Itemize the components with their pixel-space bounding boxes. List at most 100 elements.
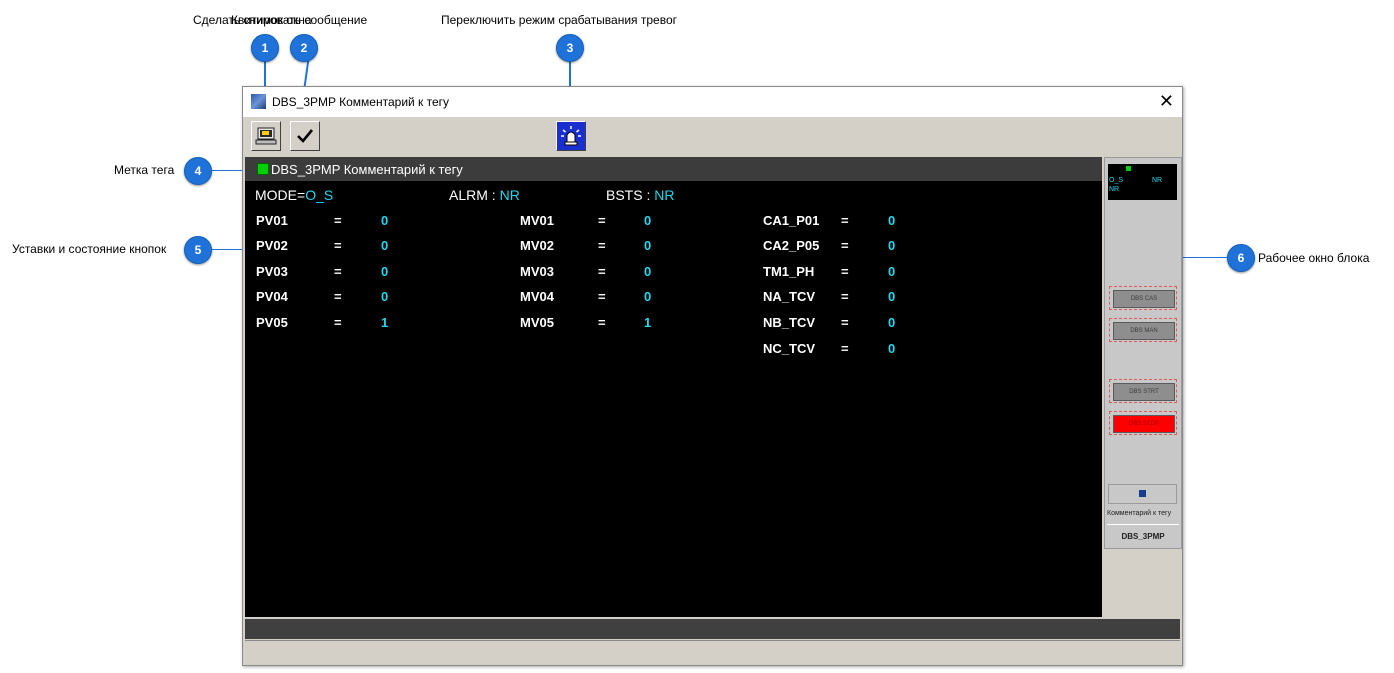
- param-name: PV02: [256, 238, 288, 253]
- title-bar: DBS_3PMP Комментарий к тегу ✕: [243, 87, 1182, 117]
- callout-badge-4: 4: [184, 157, 212, 185]
- faceplate-alrm: NR: [1152, 177, 1163, 184]
- param-name: PV05: [256, 315, 288, 330]
- mode-status: MODE=O_S: [255, 187, 333, 203]
- param-name: PV01: [256, 213, 288, 228]
- param-name: MV04: [520, 289, 554, 304]
- tag-label-bar: DBS_3PMP Комментарий к тегу: [245, 157, 1102, 181]
- param-name: MV02: [520, 238, 554, 253]
- param-name: PV03: [256, 264, 288, 279]
- mode-label: MODE=: [255, 187, 306, 203]
- alarm-mode-toggle-button[interactable]: [556, 121, 586, 151]
- faceplate-selector[interactable]: [1108, 484, 1177, 504]
- start-button-frame: DBS STRT: [1109, 379, 1177, 403]
- param-value: 1: [381, 315, 389, 330]
- faceplate-tag: DBS_3PMP: [1121, 532, 1165, 541]
- param-name: MV03: [520, 264, 554, 279]
- toolbar: [243, 117, 1182, 155]
- param-name: NA_TCV: [763, 289, 816, 304]
- callout-label-3: Переключить режим срабатывания тревог: [441, 13, 678, 27]
- cas-button-frame: DBS CAS: [1109, 286, 1177, 310]
- close-icon[interactable]: ✕: [1159, 91, 1174, 111]
- param-equals: =: [841, 213, 849, 228]
- param-equals: =: [598, 289, 606, 304]
- faceplate-comment: Комментарий к тегу: [1107, 510, 1172, 517]
- param-value: 0: [644, 264, 652, 279]
- app-icon: [251, 94, 266, 109]
- param-value: 0: [888, 264, 896, 279]
- checkmark-icon: [297, 129, 314, 143]
- callout-label-4: Метка тега: [114, 163, 175, 177]
- param-equals: =: [598, 238, 606, 253]
- param-equals: =: [841, 289, 849, 304]
- window-title: DBS_3PMP Комментарий к тегу: [272, 95, 450, 109]
- param-value: 0: [888, 341, 896, 356]
- block-faceplate: O_S NR NR DBS CAS DBS MAN DBS STRT DBS S…: [1104, 157, 1182, 549]
- param-equals: =: [841, 264, 849, 279]
- tag-comment-window: DBS_3PMP Комментарий к тегу ✕ DBS_3PMP К…: [242, 86, 1183, 666]
- param-value: 0: [888, 289, 896, 304]
- param-value: 0: [644, 238, 652, 253]
- faceplate-status-box: O_S NR NR: [1108, 164, 1177, 200]
- window-snapshot-icon: [255, 127, 277, 145]
- param-name: PV04: [256, 289, 288, 304]
- callout-badge-3: 3: [556, 34, 584, 62]
- param-equals: =: [334, 315, 342, 330]
- start-button[interactable]: DBS STRT: [1113, 383, 1175, 401]
- callout-badge-5: 5: [184, 236, 212, 264]
- callout-label-2: Квитировать сообщение: [231, 13, 368, 27]
- cas-button[interactable]: DBS CAS: [1113, 290, 1175, 308]
- callout-line-6: [1177, 257, 1227, 258]
- param-name: NB_TCV: [763, 315, 816, 330]
- bsts-label: BSTS :: [606, 187, 651, 203]
- param-value: 0: [888, 213, 896, 228]
- bsts-value: NR: [654, 187, 675, 203]
- param-name: CA2_P05: [763, 238, 820, 253]
- callout-badge-6: 6: [1227, 244, 1255, 272]
- param-value: 0: [644, 289, 652, 304]
- callout-badge-1: 1: [251, 34, 279, 62]
- alarm-status: ALRM : NR: [449, 187, 520, 203]
- faceplate-mode: O_S: [1109, 177, 1124, 184]
- man-button[interactable]: DBS MAN: [1113, 322, 1175, 340]
- param-value: 0: [381, 238, 389, 253]
- param-value: 0: [888, 315, 896, 330]
- setpoints-panel: DBS_3PMP Комментарий к тегу MODE=O_S ALR…: [245, 157, 1102, 617]
- stop-button[interactable]: DBS STOP: [1113, 415, 1175, 433]
- param-equals: =: [334, 238, 342, 253]
- param-value: 0: [644, 213, 652, 228]
- tag-status-indicator: [257, 163, 269, 175]
- param-name: NC_TCV: [763, 341, 816, 356]
- param-equals: =: [598, 213, 606, 228]
- callout-label-6: Рабочее окно блока: [1258, 251, 1370, 265]
- faceplate-tag-divider: [1107, 524, 1179, 525]
- alarm-siren-icon: [561, 126, 581, 146]
- man-button-frame: DBS MAN: [1109, 318, 1177, 342]
- param-equals: =: [334, 289, 342, 304]
- param-value: 0: [381, 264, 389, 279]
- param-equals: =: [598, 315, 606, 330]
- alrm-label: ALRM :: [449, 187, 496, 203]
- param-value: 0: [888, 238, 896, 253]
- param-value: 0: [381, 213, 389, 228]
- snapshot-button[interactable]: [251, 121, 281, 151]
- footer-strip: [245, 640, 1180, 663]
- tag-label: DBS_3PMP Комментарий к тегу: [271, 162, 463, 177]
- param-name: TM1_PH: [763, 264, 815, 279]
- status-strip: [245, 619, 1180, 639]
- selector-square-icon: [1139, 490, 1146, 497]
- param-name: MV05: [520, 315, 554, 330]
- param-name: MV01: [520, 213, 554, 228]
- callout-label-5: Уставки и состояние кнопок: [12, 242, 167, 256]
- callout-badge-2: 2: [290, 34, 318, 62]
- faceplate-bsts: NR: [1109, 186, 1120, 193]
- mode-value: O_S: [305, 187, 334, 203]
- param-equals: =: [598, 264, 606, 279]
- param-equals: =: [334, 213, 342, 228]
- param-value: 0: [381, 289, 389, 304]
- param-equals: =: [334, 264, 342, 279]
- param-equals: =: [841, 238, 849, 253]
- param-equals: =: [841, 315, 849, 330]
- acknowledge-button[interactable]: [290, 121, 320, 151]
- alrm-value: NR: [499, 187, 520, 203]
